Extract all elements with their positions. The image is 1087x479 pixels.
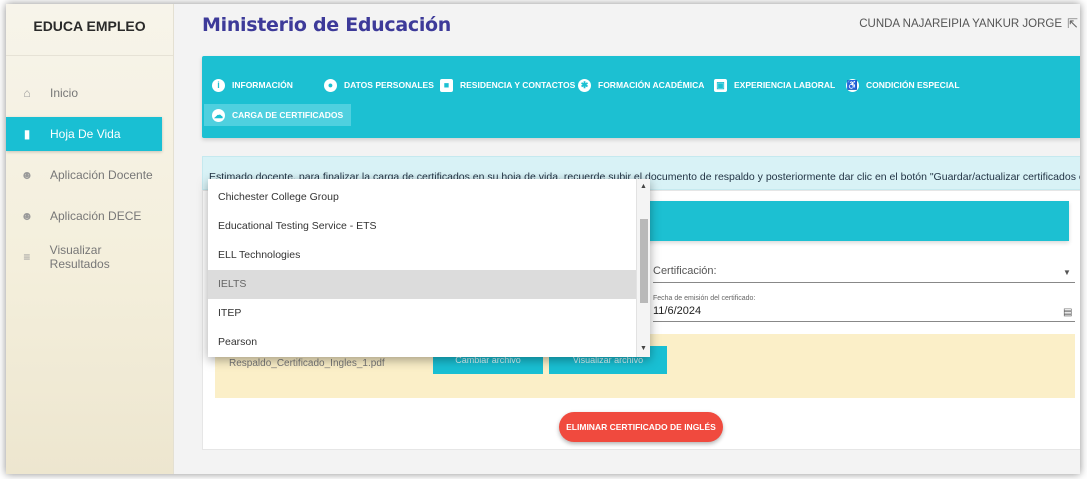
sidebar-item-label: Aplicación DECE: [50, 209, 142, 223]
tab-datos-personales[interactable]: ● DATOS PERSONALES: [324, 74, 434, 96]
accessibility-icon: ♿: [846, 78, 859, 92]
tab-label: RESIDENCIA Y CONTACTOS: [460, 80, 576, 90]
tab-formacion-academica[interactable]: ✱ FORMACIÓN ACADÉMICA: [578, 74, 704, 96]
sidebar-item-aplicacion-dece[interactable]: ☻ Aplicación DECE: [6, 199, 162, 233]
dropdown-option[interactable]: ITEP: [208, 299, 636, 328]
info-icon: i: [212, 78, 225, 92]
tab-condicion-especial[interactable]: ♿ CONDICIÓN ESPECIAL: [846, 74, 960, 96]
user-icon: ☻: [20, 168, 34, 182]
fecha-input[interactable]: 11/6/2024: [653, 305, 701, 317]
sidebar-item-inicio[interactable]: ⌂ Inicio: [6, 76, 162, 110]
list-search-icon: ≡: [23, 250, 31, 264]
scroll-up-icon[interactable]: ▲: [640, 183, 647, 190]
sidebar-item-label: Visualizar Resultados: [49, 243, 110, 271]
account-icon: ●: [324, 78, 337, 92]
section-tabs: i INFORMACIÓN ● DATOS PERSONALES ■ RESID…: [202, 56, 1080, 138]
tab-label: FORMACIÓN ACADÉMICA: [598, 80, 705, 90]
tab-label: DATOS PERSONALES: [344, 80, 434, 90]
sidebar-item-label: Inicio: [50, 86, 79, 100]
dropdown-option[interactable]: ELL Technologies: [208, 241, 636, 270]
puzzle-icon: ✱: [578, 78, 591, 92]
tab-label: CONDICIÓN ESPECIAL: [866, 80, 960, 90]
sidebar-item-aplicacion-docente[interactable]: ☻ Aplicación Docente: [6, 158, 162, 192]
tab-carga-certificados[interactable]: ☁ CARGA DE CERTIFICADOS: [204, 104, 352, 126]
browser-frame: EDUCA EMPLEO ⌂ Inicio ▮ Hoja De Vida ☻ A…: [6, 4, 1080, 474]
tab-informacion[interactable]: i INFORMACIÓN: [212, 74, 293, 96]
brand-title: EDUCA EMPLEO: [6, 4, 173, 56]
page-title: Ministerio de Educación: [202, 14, 452, 36]
document-icon: ▮: [23, 127, 31, 141]
tab-label: EXPERIENCIA LABORAL: [734, 80, 836, 90]
tab-experiencia-laboral[interactable]: ▣ EXPERIENCIA LABORAL: [714, 74, 835, 96]
file-name: Respaldo_Certificado_Ingles_1.pdf: [229, 358, 385, 369]
dropdown-option[interactable]: Educational Testing Service - ETS: [208, 212, 636, 241]
home-icon: ⌂: [23, 86, 31, 100]
dropdown-option[interactable]: Chichester College Group: [208, 183, 636, 212]
tab-label: CARGA DE CERTIFICADOS: [232, 110, 344, 120]
user-icon: ☻: [20, 209, 34, 223]
tab-residencia-contactos[interactable]: ■ RESIDENCIA Y CONTACTOS: [440, 74, 575, 96]
certificacion-label: Certificación:: [653, 265, 717, 277]
dropdown-option[interactable]: Pearson: [208, 328, 636, 357]
tab-label: INFORMACIÓN: [232, 80, 293, 90]
cloud-upload-icon: ☁: [212, 108, 225, 122]
certificacion-dropdown[interactable]: Chichester College Group Educational Tes…: [208, 179, 650, 357]
scroll-down-icon[interactable]: ▼: [640, 345, 647, 352]
sidebar-item-label: Hoja De Vida: [50, 127, 121, 141]
scrollbar-thumb[interactable]: [640, 219, 648, 303]
sidebar-item-hoja-de-vida[interactable]: ▮ Hoja De Vida: [6, 117, 162, 151]
dropdown-scrollbar[interactable]: ▲ ▼: [636, 179, 650, 357]
sidebar: EDUCA EMPLEO ⌂ Inicio ▮ Hoja De Vida ☻ A…: [6, 4, 174, 474]
logout-icon[interactable]: ⇱: [1067, 16, 1078, 32]
delete-certificate-button[interactable]: ELIMINAR CERTIFICADO DE INGLÉS: [559, 412, 723, 442]
chevron-down-icon[interactable]: ▼: [1063, 268, 1071, 277]
fecha-underline: [653, 321, 1075, 322]
fecha-label: Fecha de emisión del certificado:: [653, 295, 756, 302]
briefcase-icon: ▣: [714, 78, 727, 92]
sidebar-item-label: Aplicación Docente: [50, 168, 153, 182]
calendar-icon[interactable]: ▤: [1063, 307, 1072, 318]
contact-icon: ■: [440, 78, 453, 92]
certificacion-select[interactable]: [653, 282, 1075, 283]
user-name: CUNDA NAJAREIPIA YANKUR JORGE: [859, 18, 1062, 30]
dropdown-option-selected[interactable]: IELTS: [208, 270, 636, 299]
sidebar-item-visualizar-resultados[interactable]: ≡ Visualizar Resultados: [6, 240, 162, 274]
